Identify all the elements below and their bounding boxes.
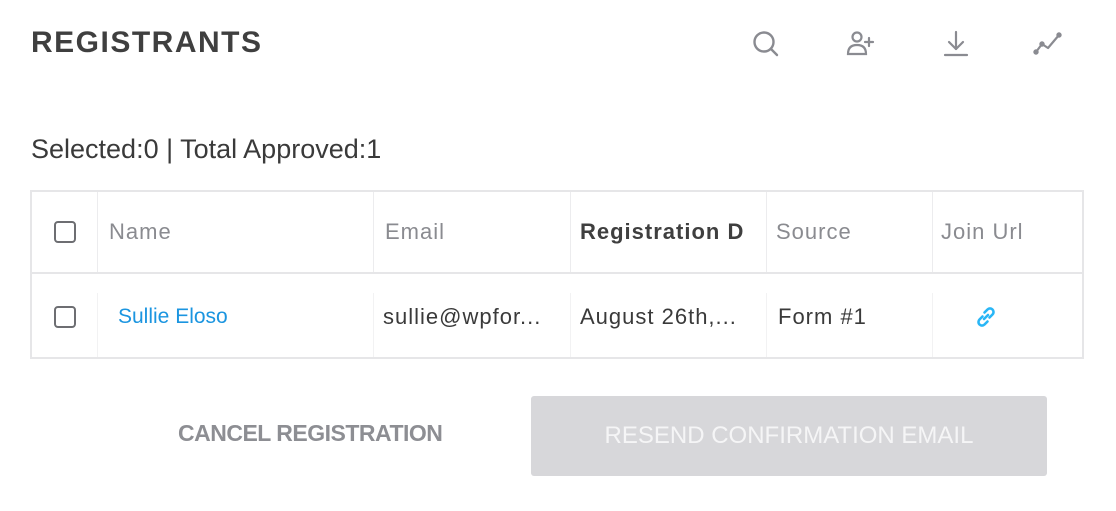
- row-checkbox[interactable]: [54, 306, 76, 328]
- column-header-name[interactable]: Name: [109, 192, 369, 272]
- analytics-button[interactable]: [1028, 24, 1068, 64]
- select-all-cell: [54, 192, 84, 272]
- column-divider: [932, 293, 933, 357]
- column-divider: [570, 293, 571, 357]
- column-header-registration-date[interactable]: Registration D: [580, 192, 762, 272]
- column-header-source[interactable]: Source: [776, 192, 926, 272]
- download-icon: [943, 30, 969, 57]
- column-divider: [373, 192, 374, 272]
- download-button[interactable]: [936, 24, 976, 64]
- cancel-registration-button[interactable]: CANCEL REGISTRATION: [178, 420, 443, 447]
- column-divider: [97, 293, 98, 357]
- page-title: REGISTRANTS: [31, 26, 263, 59]
- column-divider: [932, 192, 933, 272]
- join-url-cell: [972, 275, 1012, 359]
- column-divider: [766, 192, 767, 272]
- name-cell: Sullie Eloso: [118, 275, 368, 359]
- column-divider: [97, 192, 98, 272]
- search-button[interactable]: [746, 24, 786, 64]
- table-row: Sullie Eloso sullie@wpfor... August 26th…: [32, 275, 1082, 359]
- select-all-checkbox[interactable]: [54, 221, 76, 243]
- link-icon[interactable]: [972, 303, 1000, 331]
- add-registrant-button[interactable]: [840, 24, 880, 64]
- registration-date-cell: August 26th,...: [580, 304, 737, 329]
- table-header: Name Email Registration D Source Join Ur…: [32, 192, 1082, 274]
- column-divider: [766, 293, 767, 357]
- toolbar: [740, 24, 1080, 64]
- source-cell: Form #1: [778, 304, 867, 329]
- registrant-name-link[interactable]: Sullie Eloso: [118, 305, 228, 329]
- column-divider: [570, 192, 571, 272]
- registrants-table: Name Email Registration D Source Join Ur…: [30, 190, 1084, 359]
- search-icon: [753, 31, 779, 57]
- analytics-icon: [1033, 32, 1062, 55]
- column-header-join-url[interactable]: Join Url: [941, 192, 1071, 272]
- column-divider: [373, 293, 374, 357]
- resend-confirmation-email-button[interactable]: RESEND CONFIRMATION EMAIL: [531, 396, 1047, 476]
- add-user-icon: [846, 31, 875, 56]
- email-cell: sullie@wpfor...: [383, 304, 542, 329]
- column-header-email[interactable]: Email: [385, 192, 565, 272]
- row-select-cell: [54, 275, 84, 359]
- selection-summary: Selected:0 | Total Approved:1: [31, 134, 382, 164]
